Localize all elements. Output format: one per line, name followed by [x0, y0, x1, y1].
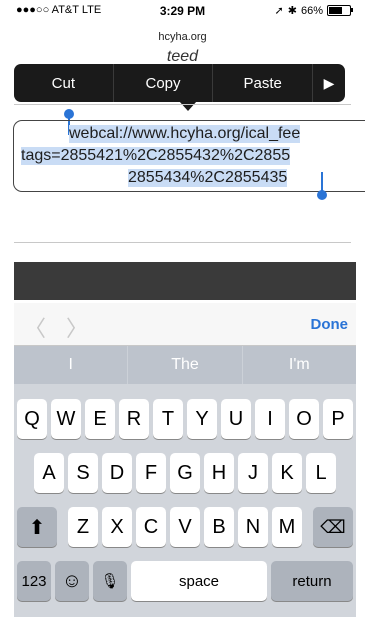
cut-button[interactable]: Cut	[14, 64, 114, 102]
battery-percent: 66%	[300, 4, 323, 17]
key-t[interactable]: T	[153, 399, 183, 439]
predictive-bar: I The I'm	[14, 346, 356, 384]
key-g[interactable]: G	[170, 453, 200, 493]
key-s[interactable]: S	[68, 453, 98, 493]
key-i[interactable]: I	[255, 399, 285, 439]
key-a[interactable]: A	[34, 453, 64, 493]
key-y[interactable]: Y	[187, 399, 217, 439]
selection-start-handle[interactable]	[64, 109, 74, 119]
key-w[interactable]: W	[51, 399, 81, 439]
more-options-arrow-icon[interactable]: ▶	[313, 64, 345, 102]
divider-top	[14, 104, 351, 105]
numbers-key[interactable]: 123	[17, 561, 51, 601]
key-d[interactable]: D	[102, 453, 132, 493]
key-h[interactable]: H	[204, 453, 234, 493]
divider-mid	[14, 242, 351, 243]
prediction-2[interactable]: The	[128, 346, 243, 384]
key-row-2: A S D F G H J K L	[14, 453, 356, 493]
key-q[interactable]: Q	[17, 399, 47, 439]
space-key[interactable]: space	[131, 561, 267, 601]
selected-text-line-3: 2855434%2C2855435	[128, 169, 288, 187]
key-v[interactable]: V	[170, 507, 200, 547]
keyboard: 〈 〉 Done I The I'm Q W E R T Y U I O P A…	[14, 303, 356, 617]
emoji-key-icon[interactable]: ☺	[55, 561, 89, 601]
selection-end-handle[interactable]	[317, 190, 327, 200]
paste-button[interactable]: Paste	[213, 64, 314, 102]
key-l[interactable]: L	[306, 453, 336, 493]
status-bar: ●●●○○ AT&T LTE 3:29 PM ➚ ✱ 66%	[0, 0, 365, 22]
address-bar-url[interactable]: hcyha.org	[0, 31, 365, 43]
microphone-key-icon[interactable]: 🎙	[93, 561, 127, 601]
key-row-1: Q W E R T Y U I O P	[14, 399, 356, 439]
backspace-key-icon[interactable]: ⌫	[313, 507, 353, 547]
key-p[interactable]: P	[323, 399, 353, 439]
key-k[interactable]: K	[272, 453, 302, 493]
selected-text-line-2: tags=2855421%2C2855432%2C2855	[21, 147, 291, 165]
next-field-chevron-icon[interactable]: 〉	[66, 311, 88, 343]
key-e[interactable]: E	[85, 399, 115, 439]
status-right: ➚ ✱ 66%	[274, 4, 353, 17]
prediction-3[interactable]: I'm	[243, 346, 356, 384]
key-x[interactable]: X	[102, 507, 132, 547]
selection-end-stem	[321, 172, 323, 192]
url-text-field[interactable]: webcal://www.hcyha.org/ical_fee tags=285…	[13, 120, 365, 192]
done-button[interactable]: Done	[311, 316, 349, 333]
key-z[interactable]: Z	[68, 507, 98, 547]
key-b[interactable]: B	[204, 507, 234, 547]
key-n[interactable]: N	[238, 507, 268, 547]
key-row-3: ⬆ Z X C V B N M ⌫	[14, 507, 356, 547]
battery-fill	[329, 7, 342, 14]
bluetooth-icon: ✱	[287, 5, 297, 17]
return-key[interactable]: return	[271, 561, 353, 601]
battery-icon	[327, 5, 353, 16]
edit-menu: Cut Copy Paste ▶	[14, 64, 345, 102]
key-f[interactable]: F	[136, 453, 166, 493]
shift-key-icon[interactable]: ⬆	[17, 507, 57, 547]
key-j[interactable]: J	[238, 453, 268, 493]
key-r[interactable]: R	[119, 399, 149, 439]
selected-text-line-1: webcal://www.hcyha.org/ical_fee	[69, 125, 301, 143]
previous-field-chevron-icon[interactable]: 〈	[24, 311, 46, 343]
keyboard-accessory-bar: 〈 〉 Done	[14, 303, 356, 346]
key-o[interactable]: O	[289, 399, 319, 439]
key-c[interactable]: C	[136, 507, 166, 547]
key-m[interactable]: M	[272, 507, 302, 547]
location-icon: ➚	[274, 5, 284, 17]
key-u[interactable]: U	[221, 399, 251, 439]
edit-menu-pointer	[179, 101, 197, 111]
copy-button[interactable]: Copy	[114, 64, 214, 102]
key-row-4: 123 ☺ 🎙 space return	[14, 561, 356, 601]
dimmed-content-bar	[14, 262, 356, 300]
prediction-1[interactable]: I	[14, 346, 129, 384]
